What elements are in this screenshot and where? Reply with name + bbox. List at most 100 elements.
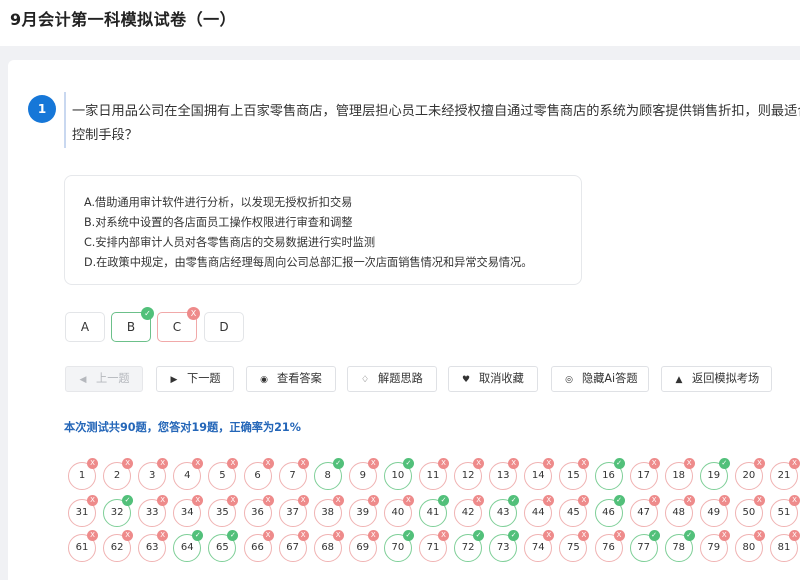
cross-icon: X <box>402 495 414 506</box>
question-grid-number: 72 <box>461 542 475 553</box>
question-grid-cell[interactable]: 77 ✓ <box>629 530 660 562</box>
question-grid-number: 19 <box>707 470 721 481</box>
toolbar-button-0[interactable]: ◀ 上一题 <box>65 366 143 392</box>
question-grid-cell[interactable]: 1X <box>68 458 98 490</box>
question-number-badge: 1 <box>28 95 56 123</box>
question-grid-cell[interactable]: 62 X <box>103 530 134 562</box>
question-grid-number: 80 <box>742 542 756 553</box>
question-grid-number: 51 <box>777 507 791 518</box>
question-accent-bar <box>64 92 66 148</box>
question-grid-cell[interactable]: 68 X <box>313 530 344 562</box>
question-grid-cell[interactable]: 70 ✓ <box>383 530 414 562</box>
question-grid-number: 67 <box>286 542 299 553</box>
question-grid-cell[interactable]: 73 ✓ <box>489 530 520 562</box>
question-grid-cell[interactable]: 3X <box>138 458 169 490</box>
check-icon: ✓ <box>402 458 414 469</box>
question-grid-cell[interactable]: 42 X <box>454 495 485 527</box>
question-grid-cell[interactable]: 48 X <box>664 495 695 527</box>
question-grid-cell[interactable]: 76 X <box>594 530 625 562</box>
question-grid-cell[interactable]: 18 X <box>664 458 695 490</box>
question-grid-cell[interactable]: 11 X <box>419 458 449 490</box>
question-grid-cell[interactable]: 47 X <box>629 495 660 527</box>
question-grid-cell[interactable]: 43 ✓ <box>489 495 520 527</box>
question-grid-cell[interactable]: 51 X <box>770 495 800 527</box>
cross-icon: X <box>648 495 660 506</box>
question-grid-cell[interactable]: 46 ✓ <box>594 495 625 527</box>
question-grid-cell[interactable]: 33 X <box>138 495 169 527</box>
toolbar-button-6[interactable]: ▲ 返回模拟考场 <box>661 366 772 392</box>
question-grid-cell[interactable]: 63 X <box>138 530 169 562</box>
toolbar-button-label: 查看答案 <box>277 372 322 385</box>
toolbar-button-1[interactable]: ▶ 下一题 <box>156 366 234 392</box>
question-grid-number: 38 <box>321 507 335 518</box>
question-grid-cell[interactable]: 10 ✓ <box>383 458 414 490</box>
question-grid-number: 31 <box>75 507 89 518</box>
question-grid-number: 17 <box>637 470 650 481</box>
question-grid-cell[interactable]: 71 X <box>419 530 449 562</box>
question-grid-cell[interactable]: 13 X <box>489 458 520 490</box>
question-grid-number: 8 <box>324 470 331 481</box>
question-grid-number: 62 <box>110 542 124 553</box>
question-grid-cell[interactable]: 20 X <box>734 458 765 490</box>
question-grid-cell[interactable]: 9X <box>348 458 379 490</box>
question-grid-cell[interactable]: 69 X <box>348 530 379 562</box>
answer-button-b[interactable]: B ✓ <box>111 307 154 342</box>
question-grid-cell[interactable]: 7X <box>278 458 309 490</box>
cross-icon: X <box>613 530 625 541</box>
question-grid-number: 32 <box>110 507 124 518</box>
toolbar-button-3[interactable]: ♢ 解题思路 <box>347 366 437 392</box>
question-grid-cell[interactable]: 80 X <box>734 530 765 562</box>
question-grid-number: 75 <box>567 542 580 553</box>
question-grid-number: 15 <box>567 470 580 481</box>
question-grid-cell[interactable]: 16 ✓ <box>594 458 625 490</box>
question-grid-cell[interactable]: 67 X <box>278 530 309 562</box>
question-grid-cell[interactable]: 37 X <box>278 495 309 527</box>
question-grid-cell[interactable]: 19 ✓ <box>699 458 730 490</box>
question-grid-number: 44 <box>531 507 545 518</box>
chat-icon: ◎ <box>565 375 573 385</box>
toolbar-button-2[interactable]: ◉ 查看答案 <box>246 366 336 392</box>
question-grid-cell[interactable]: 66 X <box>243 530 274 562</box>
cross-icon: X <box>753 495 765 506</box>
question-grid-number: 74 <box>531 542 545 553</box>
question-grid-number: 76 <box>602 542 615 553</box>
question-grid-cell[interactable]: 39 X <box>348 495 379 527</box>
cross-icon: X <box>332 530 344 541</box>
question-grid-cell[interactable]: 17 X <box>629 458 660 490</box>
question-grid-cell[interactable]: 50 X <box>734 495 765 527</box>
toolbar-button-4[interactable]: ♥ 取消收藏 <box>448 366 538 392</box>
question-grid-cell[interactable]: 6X <box>243 458 274 490</box>
question-grid-cell[interactable]: 32 ✓ <box>103 495 134 527</box>
question-grid-cell[interactable]: 12 X <box>454 458 485 490</box>
answer-button-c[interactable]: CX <box>157 307 200 342</box>
question-grid-cell[interactable]: 72 ✓ <box>454 530 485 562</box>
question-grid-number: 43 <box>496 507 510 518</box>
question-grid-number: 16 <box>602 470 615 481</box>
answer-button-d[interactable]: D <box>204 312 244 342</box>
question-grid-cell[interactable]: 78 ✓ <box>664 530 695 562</box>
question-grid-cell[interactable]: 36 X <box>243 495 274 527</box>
toolbar-button-5[interactable]: ◎ 隐藏Ai答题 <box>551 366 649 392</box>
question-grid-cell[interactable]: 2X <box>103 458 134 490</box>
question-grid-number: 6 <box>254 470 261 481</box>
cross-icon: X <box>789 458 800 469</box>
question-grid-cell[interactable]: 21 X <box>770 458 800 490</box>
question-grid-cell[interactable]: 61 X <box>68 530 98 562</box>
cross-icon: X <box>648 458 660 469</box>
question-grid-cell[interactable]: 79 X <box>699 530 730 562</box>
question-grid-cell[interactable]: 40 X <box>383 495 414 527</box>
question-grid-number: 68 <box>321 542 335 553</box>
question-grid-cell[interactable]: 81 X <box>770 530 800 562</box>
question-grid-cell[interactable]: 49 X <box>699 495 730 527</box>
question-grid-cell[interactable]: 31 X <box>68 495 98 527</box>
question-grid-number: 1 <box>78 470 86 481</box>
toolbar-button-label: 返回模拟考场 <box>692 372 760 385</box>
cross-icon: X <box>187 307 200 320</box>
check-icon: ✓ <box>332 458 344 469</box>
answer-button-a[interactable]: A <box>65 312 105 342</box>
heart-icon: ♥ <box>461 375 471 385</box>
question-grid-cell[interactable]: 38 X <box>313 495 344 527</box>
question-grid-cell[interactable]: 41 ✓ <box>419 495 449 527</box>
question-grid-number: 66 <box>251 542 264 553</box>
question-grid-cell[interactable]: 8 ✓ <box>313 458 344 490</box>
